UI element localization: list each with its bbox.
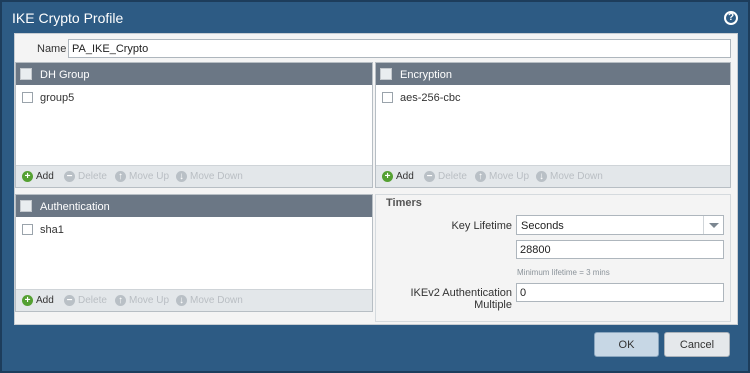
encryption-panel: Encryption aes-256-cbc + Add − Delete ↑ … (375, 62, 731, 188)
arrow-up-icon: ↑ (115, 295, 126, 306)
name-label: Name (37, 43, 67, 55)
name-input[interactable] (68, 39, 731, 58)
authentication-header: Authentication (16, 195, 372, 217)
delete-label: Delete (78, 295, 107, 306)
minus-icon: − (424, 171, 435, 182)
timers-title: Timers (386, 197, 422, 209)
arrow-up-icon: ↑ (475, 171, 486, 182)
encryption-header: Encryption (376, 63, 730, 85)
row-checkbox[interactable] (382, 92, 393, 103)
row-checkbox[interactable] (22, 224, 33, 235)
min-lifetime-hint: Minimum lifetime = 3 mins (517, 268, 610, 277)
cancel-button[interactable]: Cancel (664, 332, 730, 357)
move-up-label: Move Up (489, 171, 530, 182)
authentication-select-all-checkbox[interactable] (20, 200, 32, 212)
ok-button[interactable]: OK (594, 332, 659, 357)
move-down-label: Move Down (190, 171, 243, 182)
authentication-item-label: sha1 (40, 224, 64, 236)
authentication-panel: Authentication sha1 + Add − Delete ↑ Mov… (15, 194, 373, 312)
dh-group-item-label: group5 (40, 92, 75, 104)
arrow-down-icon: ↓ (176, 295, 187, 306)
dh-group-panel: DH Group group5 + Add − Delete ↑ Move Up (15, 62, 373, 188)
key-lifetime-label: Key Lifetime (451, 220, 512, 232)
delete-label: Delete (438, 171, 467, 182)
plus-icon: + (382, 171, 393, 182)
list-item[interactable]: aes-256-cbc (376, 89, 730, 107)
arrow-down-icon: ↓ (536, 171, 547, 182)
minus-icon: − (64, 295, 75, 306)
ikev2-auth-multiple-input[interactable] (516, 283, 724, 302)
dialog-content: Name DH Group group5 + Add − Delete (14, 33, 738, 325)
list-item[interactable]: group5 (16, 89, 372, 107)
authentication-toolbar: + Add − Delete ↑ Move Up ↓ Move Down (16, 289, 372, 311)
add-label: Add (396, 171, 414, 182)
move-up-label: Move Up (129, 295, 170, 306)
arrow-up-icon: ↑ (115, 171, 126, 182)
authentication-header-label: Authentication (40, 201, 110, 213)
ikev2-auth-multiple-label-line2: Multiple (474, 299, 512, 311)
dh-group-toolbar: + Add − Delete ↑ Move Up ↓ Move Down (16, 165, 372, 187)
encryption-item-label: aes-256-cbc (400, 92, 461, 104)
plus-icon: + (22, 295, 33, 306)
arrow-down-icon: ↓ (176, 171, 187, 182)
ike-crypto-profile-dialog: IKE Crypto Profile ? Name DH Group group… (0, 0, 750, 373)
key-lifetime-input[interactable] (516, 240, 724, 259)
list-item[interactable]: sha1 (16, 221, 372, 239)
dh-group-header: DH Group (16, 63, 372, 85)
chevron-down-icon[interactable] (703, 216, 723, 234)
add-label: Add (36, 171, 54, 182)
encryption-header-label: Encryption (400, 69, 452, 81)
minus-icon: − (64, 171, 75, 182)
delete-label: Delete (78, 171, 107, 182)
dialog-title-bar: IKE Crypto Profile ? (2, 2, 748, 32)
dialog-title: IKE Crypto Profile (12, 10, 124, 26)
help-icon[interactable]: ? (724, 11, 738, 25)
dh-group-header-label: DH Group (40, 69, 90, 81)
encryption-select-all-checkbox[interactable] (380, 68, 392, 80)
move-up-label: Move Up (129, 171, 170, 182)
encryption-toolbar: + Add − Delete ↑ Move Up ↓ Move Down (376, 165, 730, 187)
key-lifetime-unit-value: Seconds (521, 220, 564, 232)
plus-icon: + (22, 171, 33, 182)
dh-group-select-all-checkbox[interactable] (20, 68, 32, 80)
key-lifetime-unit-select[interactable]: Seconds (516, 215, 724, 235)
name-row: Name (15, 34, 737, 62)
timers-section: Timers Key Lifetime Seconds Minimum life… (375, 194, 731, 322)
move-down-label: Move Down (190, 295, 243, 306)
move-down-label: Move Down (550, 171, 603, 182)
add-label: Add (36, 295, 54, 306)
ikev2-auth-multiple-label-line1: IKEv2 Authentication (410, 287, 512, 299)
row-checkbox[interactable] (22, 92, 33, 103)
